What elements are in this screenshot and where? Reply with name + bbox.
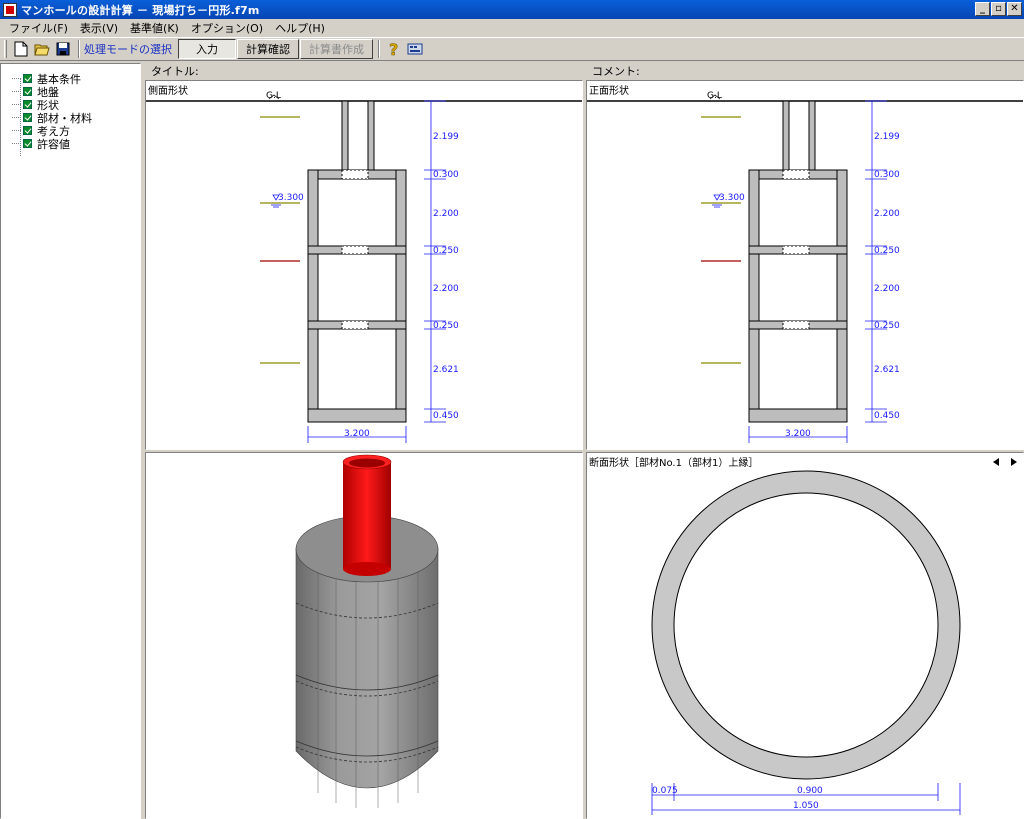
outer-diameter-label: 1.050 (793, 801, 819, 811)
tree-item-label: 許容値 (37, 137, 70, 151)
save-icon[interactable] (53, 39, 73, 59)
menu-view[interactable]: 表示(V) (74, 20, 124, 36)
front-view-drawing: G.L 3.300 2.199 0.300 2.200 0.250 2.200 … (587, 91, 1023, 443)
input-tree-panel: 基本条件 地盤 形状 部材・材料 考え方 許容値 (0, 63, 141, 819)
calc-check-button[interactable]: 計算確認 (237, 39, 299, 59)
dim-label: 2.200 (874, 209, 900, 219)
open-folder-icon[interactable] (32, 39, 52, 59)
dim-label: 0.300 (433, 170, 459, 180)
toolbar: 処理モードの選択 入力 計算確認 計算書作成 ? (0, 37, 1024, 61)
dim-label: 0.250 (874, 321, 900, 331)
help-icon[interactable]: ? (384, 39, 404, 59)
manhole-front-elevation: G.L 3.300 (587, 91, 1023, 423)
check-icon (23, 74, 32, 83)
close-button[interactable]: ✕ (1007, 2, 1022, 16)
dim-label: 0.250 (433, 321, 459, 331)
title-bar: マンホールの設計計算 － 現場打ち－円形.f7m _ ▫ ✕ (0, 0, 1024, 19)
comment-header[interactable]: コメント: (586, 63, 1024, 80)
inner-diameter-label: 0.900 (797, 786, 823, 796)
dim-label: 2.200 (433, 209, 459, 219)
dim-label: 2.621 (874, 365, 900, 375)
dim-label: 2.621 (433, 365, 459, 375)
new-file-icon[interactable] (11, 39, 31, 59)
dim-label: 0.250 (433, 246, 459, 256)
report-create-button[interactable]: 計算書作成 (300, 39, 373, 59)
menu-option[interactable]: オプション(O) (185, 20, 269, 36)
gl-label: G.L (266, 91, 281, 101)
dim-label: 0.450 (433, 411, 459, 421)
height-dimension-line (307, 100, 446, 443)
dim-label: 2.200 (433, 284, 459, 294)
window-title: マンホールの設計計算 － 現場打ち－円形.f7m (21, 3, 260, 17)
3d-manhole-model (295, 454, 439, 808)
restore-button[interactable]: ▫ (991, 2, 1006, 16)
app-icon (3, 2, 17, 17)
water-level-label: 3.300 (719, 193, 745, 203)
manhole-elevation: G.L 3.300 (146, 91, 582, 423)
section-drawing: 0.075 0.900 1.050 (651, 458, 1017, 815)
input-tree: 基本条件 地盤 形状 部材・材料 考え方 許容値 (9, 72, 92, 156)
title-header[interactable]: タイトル: (145, 63, 582, 80)
dim-label: 2.199 (874, 132, 900, 142)
next-section-icon[interactable] (1011, 458, 1017, 466)
width-label: 3.200 (344, 429, 370, 439)
side-view-drawing: G.L 3.300 2.199 0.300 2.200 0.250 2.200 … (146, 91, 582, 443)
check-icon (23, 126, 32, 135)
input-mode-button[interactable]: 入力 (178, 39, 236, 59)
toolbar-grip (4, 40, 7, 58)
toolbar-separator (378, 40, 380, 58)
width-label: 3.200 (785, 429, 811, 439)
minimize-button[interactable]: _ (975, 2, 990, 16)
check-icon (23, 100, 32, 109)
menu-standard[interactable]: 基準値(K) (124, 20, 185, 36)
dim-label: 2.199 (433, 132, 459, 142)
tree-item-allowable[interactable]: 許容値 (9, 137, 92, 151)
dim-label: 0.300 (874, 170, 900, 180)
water-level-label: 3.300 (278, 193, 304, 203)
keyboard-icon[interactable] (405, 39, 425, 59)
section-view-pane: 断面形状［部材No.1（部材1）上縁］ 0.075 0.900 1.050 (586, 452, 1024, 819)
toolbar-separator (78, 40, 80, 58)
dim-label: 0.250 (874, 246, 900, 256)
check-icon (23, 87, 32, 96)
3d-view-pane[interactable] (145, 452, 583, 819)
front-view-pane: 正面形状 G.L 3.300 2.199 0.300 2.200 0.250 2… (586, 80, 1024, 450)
dim-label: 2.200 (874, 284, 900, 294)
height-dimension-line (748, 100, 887, 443)
svg-text:?: ? (389, 41, 398, 57)
thickness-label: 0.075 (652, 786, 678, 796)
menu-help[interactable]: ヘルプ(H) (269, 20, 331, 36)
check-icon (23, 139, 32, 148)
side-view-pane: 側面形状 G.L 3.300 2.199 0.300 2.200 0.250 2… (145, 80, 583, 450)
menu-file[interactable]: ファイル(F) (3, 20, 74, 36)
menu-bar: ファイル(F) 表示(V) 基準値(K) オプション(O) ヘルプ(H) (0, 19, 1024, 37)
mode-label: 処理モードの選択 (84, 43, 172, 56)
check-icon (23, 113, 32, 122)
gl-label: G.L (707, 91, 722, 101)
prev-section-icon[interactable] (993, 458, 999, 466)
dim-label: 0.450 (874, 411, 900, 421)
